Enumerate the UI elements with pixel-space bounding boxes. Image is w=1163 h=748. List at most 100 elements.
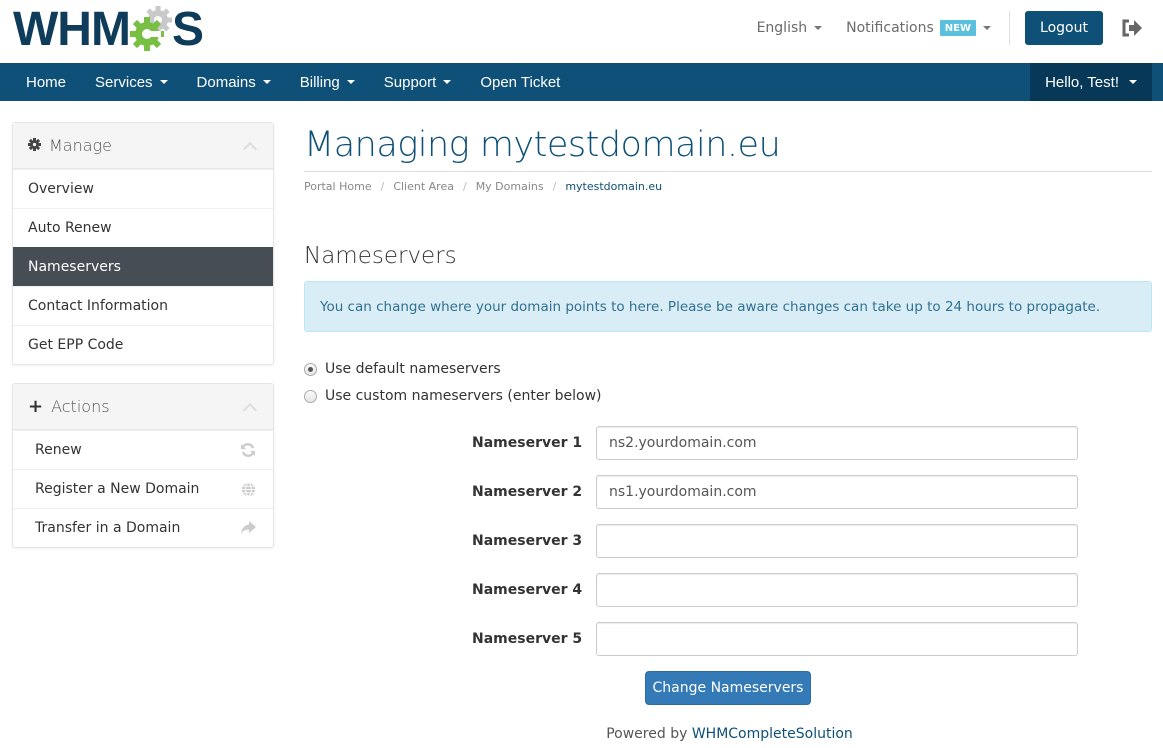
sidebar-action-renew[interactable]: Renew — [13, 430, 273, 469]
change-nameservers-button[interactable]: Change Nameservers — [645, 671, 811, 705]
nav-billing[interactable]: Billing — [285, 63, 369, 101]
breadcrumb-portal-home[interactable]: Portal Home — [304, 180, 372, 193]
nameserver-1-input[interactable] — [596, 426, 1078, 460]
actions-panel: + Actions Renew Register a New Domain Tr… — [12, 383, 274, 548]
radio-default-nameservers[interactable]: Use default nameservers — [304, 361, 501, 377]
site-header: WHM S English Notifications NEW Logout — [0, 0, 1163, 63]
caret-down-icon — [159, 80, 168, 84]
nav-support-label: Support — [383, 73, 437, 91]
nav-domains[interactable]: Domains — [182, 63, 285, 101]
nav-open-ticket-label: Open Ticket — [480, 73, 561, 91]
nameserver-row: Nameserver 3 — [472, 524, 1078, 558]
nameserver-2-input[interactable] — [596, 475, 1078, 509]
caret-down-icon — [814, 26, 823, 30]
language-dropdown[interactable]: English — [757, 20, 823, 36]
nav-open-ticket[interactable]: Open Ticket — [466, 63, 575, 101]
sidebar-item-label: Register a New Domain — [35, 481, 200, 497]
sidebar-item-nameservers[interactable]: Nameservers — [13, 247, 273, 286]
breadcrumb-separator: / — [380, 180, 385, 193]
nav-home-label: Home — [26, 73, 67, 91]
caret-down-icon — [262, 80, 271, 84]
section-title: Nameservers — [304, 243, 457, 269]
nameserver-5-input[interactable] — [596, 622, 1078, 656]
nameserver-5-label: Nameserver 5 — [472, 631, 583, 647]
breadcrumb-my-domains[interactable]: My Domains — [476, 180, 544, 193]
nameserver-2-label: Nameserver 2 — [472, 484, 583, 500]
nameserver-3-input[interactable] — [596, 524, 1078, 558]
logout-button[interactable]: Logout — [1025, 11, 1103, 45]
caret-down-icon — [443, 80, 452, 84]
sidebar-action-transfer-domain[interactable]: Transfer in a Domain — [13, 508, 273, 547]
nameserver-1-label: Nameserver 1 — [472, 435, 583, 451]
nav-services-label: Services — [95, 73, 153, 91]
whmcs-logo[interactable]: WHM S — [13, 2, 204, 56]
chevron-up-icon[interactable] — [242, 402, 258, 417]
sidebar-item-contact-information[interactable]: Contact Information — [13, 286, 273, 325]
globe-icon — [240, 481, 256, 497]
nav-support[interactable]: Support — [369, 63, 466, 101]
main-navbar: Home Services Domains Billing Support Op… — [0, 63, 1163, 101]
radio-custom-nameservers[interactable]: Use custom nameservers (enter below) — [304, 388, 602, 404]
nameserver-row: Nameserver 1 — [472, 426, 1078, 460]
share-arrow-icon — [240, 520, 256, 536]
footer-link[interactable]: WHMCompleteSolution — [692, 726, 853, 742]
sidebar-item-get-epp-code[interactable]: Get EPP Code — [13, 325, 273, 364]
sidebar-item-label: Get EPP Code — [28, 337, 124, 353]
footer-prefix: Powered by — [606, 726, 688, 742]
manage-panel: Manage Overview Auto Renew Nameservers C… — [12, 122, 274, 365]
radio-button[interactable] — [304, 389, 317, 403]
sidebar-item-overview[interactable]: Overview — [13, 169, 273, 208]
refresh-icon — [240, 442, 256, 458]
nav-domains-label: Domains — [196, 73, 256, 91]
top-links: English Notifications NEW Logout — [757, 0, 1163, 56]
header-divider — [1009, 11, 1010, 45]
breadcrumb-separator: / — [462, 180, 467, 193]
sidebar-item-label: Renew — [35, 442, 82, 458]
sign-out-icon[interactable] — [1121, 18, 1143, 38]
breadcrumb-separator: / — [552, 180, 557, 193]
cog-icon — [28, 136, 41, 155]
user-menu[interactable]: Hello, Test! — [1030, 63, 1152, 101]
info-alert: You can change where your domain points … — [304, 281, 1152, 332]
nav-services[interactable]: Services — [81, 63, 183, 101]
gear-logo-icon — [129, 6, 172, 52]
radio-default-label: Use default nameservers — [325, 361, 501, 377]
main-content: Managing mytestdomain.eu Portal Home / C… — [304, 115, 1152, 705]
user-greeting: Hello, Test! — [1045, 73, 1119, 91]
sidebar-item-label: Auto Renew — [28, 220, 112, 236]
language-label: English — [756, 20, 808, 36]
radio-custom-label: Use custom nameservers (enter below) — [325, 388, 602, 404]
sidebar-item-auto-renew[interactable]: Auto Renew — [13, 208, 273, 247]
caret-down-icon — [983, 26, 991, 30]
breadcrumb-client-area[interactable]: Client Area — [393, 180, 454, 193]
footer: Powered by WHMCompleteSolution — [0, 726, 1163, 742]
actions-panel-title: Actions — [51, 397, 110, 416]
sidebar-item-label: Transfer in a Domain — [35, 520, 181, 536]
nameserver-row: Nameserver 5 — [472, 622, 1078, 656]
plus-icon: + — [28, 395, 44, 417]
nameserver-3-label: Nameserver 3 — [472, 533, 583, 549]
sidebar-action-register-domain[interactable]: Register a New Domain — [13, 469, 273, 508]
page-title: Managing mytestdomain.eu — [304, 115, 1152, 172]
manage-panel-header[interactable]: Manage — [13, 123, 273, 169]
notifications-dropdown[interactable]: Notifications NEW — [846, 20, 991, 36]
nav-billing-label: Billing — [299, 73, 340, 91]
breadcrumb-current: mytestdomain.eu — [565, 180, 663, 193]
nameserver-row: Nameserver 2 — [472, 475, 1078, 509]
radio-button-checked[interactable] — [304, 362, 317, 376]
nav-home[interactable]: Home — [0, 63, 81, 101]
nameserver-4-input[interactable] — [596, 573, 1078, 607]
nameserver-row: Nameserver 4 — [472, 573, 1078, 607]
sidebar-item-label: Nameservers — [28, 259, 121, 275]
logo-text-right: S — [171, 2, 204, 56]
notifications-new-badge: NEW — [939, 20, 976, 36]
actions-panel-header[interactable]: + Actions — [13, 384, 273, 430]
nameserver-4-label: Nameserver 4 — [472, 582, 583, 598]
breadcrumb: Portal Home / Client Area / My Domains /… — [304, 180, 1152, 193]
logo-text-left: WHM — [13, 2, 131, 56]
info-alert-text: You can change where your domain points … — [320, 298, 1101, 315]
sidebar-item-label: Overview — [28, 181, 94, 197]
caret-down-icon — [346, 80, 355, 84]
caret-down-icon — [1129, 80, 1137, 84]
chevron-up-icon[interactable] — [242, 141, 258, 156]
